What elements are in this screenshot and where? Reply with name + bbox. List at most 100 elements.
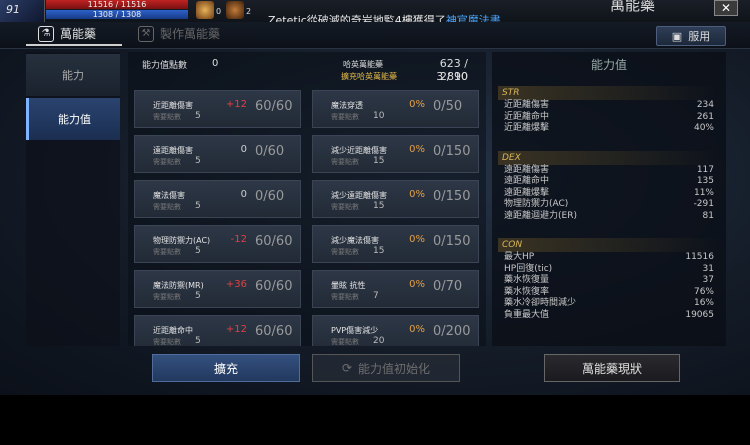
ability-label: 藥水冷卻時間減少 xyxy=(504,298,577,308)
required-points-value: 5 xyxy=(195,201,201,211)
ability-label: 藥水恢復率 xyxy=(504,286,550,297)
stat-name: 魔法防禦(MR) xyxy=(153,281,204,290)
ability-label: 遠距離命中 xyxy=(504,176,550,186)
stat-progress: 60/60 xyxy=(255,99,293,114)
stat-progress: 60/60 xyxy=(255,279,293,294)
sidebar-item-stat[interactable]: 能力值 xyxy=(26,98,120,140)
stat-progress: 0/150 xyxy=(433,234,471,249)
ability-row: 近距離爆擊 40% xyxy=(498,123,720,135)
required-points-value: 20 xyxy=(373,336,385,346)
stat-name: 暈眩 抗性 xyxy=(331,281,366,290)
stat-card[interactable]: 減少遠距離傷害 需要點數 15 0% 0/150 xyxy=(312,180,479,218)
stat-name: PVP傷害減少 xyxy=(331,326,379,335)
tab-potion[interactable]: ⚗ 萬能藥 xyxy=(38,25,96,42)
ability-label: 近距離爆擊 xyxy=(504,123,550,133)
buff-icon[interactable] xyxy=(196,1,214,19)
window-title: 萬能藥 xyxy=(610,0,656,14)
buff-count: 2 xyxy=(246,7,252,16)
stat-card[interactable]: 魔法防禦(MR) 需要點數 5 +36 60/60 xyxy=(134,270,301,308)
stat-bonus: +12 xyxy=(225,99,247,110)
required-points-label: 需要點數 xyxy=(153,203,181,211)
reset-stats-button[interactable]: ⟳ 能力值初始化 xyxy=(312,354,460,382)
active-tab-indicator xyxy=(26,44,122,46)
points-label: 能力值點數 xyxy=(142,61,188,71)
ability-value: 81 xyxy=(702,210,714,221)
ability-label: 近距離傷害 xyxy=(504,100,550,110)
stat-bonus: 0% xyxy=(409,144,425,155)
stat-card[interactable]: 遠距離傷害 需要點數 5 0 0/60 xyxy=(134,135,301,173)
required-points-value: 7 xyxy=(373,291,379,301)
ability-label: 遠距離爆擊 xyxy=(504,187,550,198)
ability-row: 最大HP 11516 xyxy=(498,252,720,264)
stat-progress: 0/60 xyxy=(255,144,285,159)
stat-bonus: 0% xyxy=(409,234,425,245)
stat-progress: 0/200 xyxy=(433,324,471,339)
stat-name: 魔法穿透 xyxy=(331,101,363,110)
stat-progress: 60/60 xyxy=(255,324,293,339)
ability-label: 近距離命中 xyxy=(504,111,550,122)
game-window: 91 11516 / 11516 1308 / 1308 0 2 Zetetic… xyxy=(0,0,750,395)
ability-value: 16% xyxy=(693,298,714,308)
ability-row: HP回復(tic) 31 xyxy=(498,264,720,276)
stat-card[interactable]: 近距離傷害 需要點數 5 +12 60/60 xyxy=(134,90,301,128)
character-level: 91 xyxy=(6,3,20,16)
ability-value: 31 xyxy=(702,263,714,274)
use-icon: ▣ xyxy=(671,29,683,43)
required-points-value: 10 xyxy=(373,111,385,121)
craft-icon: ⚒ xyxy=(138,25,154,42)
stat-bonus: 0% xyxy=(409,324,425,335)
stat-card[interactable]: PVP傷害減少 需要點數 20 0% 0/200 xyxy=(312,315,479,346)
stat-card[interactable]: 魔法穿透 需要點數 10 0% 0/50 xyxy=(312,90,479,128)
stat-name: 減少遠距離傷害 xyxy=(331,191,387,200)
stat-card[interactable]: 魔法傷害 需要點數 5 0 0/60 xyxy=(134,180,301,218)
ability-label: 遠距離傷害 xyxy=(504,164,550,175)
hp-text: 11516 / 11516 xyxy=(87,0,147,9)
stat-bonus: 0 xyxy=(240,144,247,155)
ability-row: 遠距離爆擊 11% xyxy=(498,188,720,200)
required-points-label: 需要點數 xyxy=(331,248,359,256)
potion-status-button[interactable]: 萬能藥現狀 xyxy=(544,354,680,382)
stat-allocation-panel: 能力值點數 0 哈英萬能藥 623 / 2890 擴充哈英萬能藥 3 / 10 … xyxy=(128,52,486,346)
stat-progress: 0/150 xyxy=(433,189,471,204)
stat-card[interactable]: 物理防禦力(AC) 需要點數 5 -12 60/60 xyxy=(134,225,301,263)
expand-button[interactable]: 擴充 xyxy=(152,354,300,382)
stat-card[interactable]: 減少魔法傷害 需要點數 15 0% 0/150 xyxy=(312,225,479,263)
ability-summary-panel: 能力值 STR 近距離傷害 234 近距離命中 261 近距離爆擊 40% DEX 遠距離傷害 1… xyxy=(492,52,726,346)
ability-label: 物理防禦力(AC) xyxy=(504,199,569,209)
stat-card[interactable]: 近距離命中 需要點數 5 +12 60/60 xyxy=(134,315,301,346)
ability-section: DEX 遠距離傷害 117 遠距離命中 135 遠距離爆擊 11% 物理防禦力(AC) -291… xyxy=(498,150,720,223)
stat-card[interactable]: 減少近距離傷害 需要點數 15 0% 0/150 xyxy=(312,135,479,173)
ability-value: 37 xyxy=(702,275,714,285)
sidebar-item-ability[interactable]: 能力 xyxy=(26,54,120,96)
stat-card[interactable]: 暈眩 抗性 需要點數 7 0% 0/70 xyxy=(312,270,479,308)
required-points-value: 15 xyxy=(373,246,385,256)
points-value: 0 xyxy=(212,58,219,69)
use-button-label: 服用 xyxy=(688,30,711,43)
tab-craft[interactable]: ⚒ 製作萬能藥 xyxy=(138,25,220,42)
buff-count: 0 xyxy=(216,7,222,16)
stat-progress: 0/50 xyxy=(433,99,463,114)
sidebar: 能力 能力值 xyxy=(26,52,120,346)
use-button[interactable]: ▣ 服用 xyxy=(656,26,726,46)
ability-row: 藥水恢復量 37 xyxy=(498,275,720,287)
ability-value: 261 xyxy=(696,111,714,122)
close-button[interactable]: ✕ xyxy=(714,0,738,16)
tab-potion-label: 萬能藥 xyxy=(60,27,97,41)
stat-bonus: 0% xyxy=(409,99,425,110)
required-points-label: 需要點數 xyxy=(331,293,359,301)
ability-row: 物理防禦力(AC) -291 xyxy=(498,199,720,211)
stat-bonus: -12 xyxy=(230,234,247,245)
section-header: CON xyxy=(498,238,720,252)
ability-value: 11% xyxy=(693,187,714,198)
hp-bar: 11516 / 11516 xyxy=(46,0,188,9)
reset-stats-label: 能力值初始化 xyxy=(358,361,431,376)
expand-value: 3 / 10 xyxy=(436,70,468,83)
potion-icon: ⚗ xyxy=(38,25,54,42)
ability-value: 19065 xyxy=(685,309,714,320)
required-points-label: 需要點數 xyxy=(331,158,359,166)
required-points-value: 5 xyxy=(195,111,201,121)
ability-row: 藥水冷卻時間減少 16% xyxy=(498,298,720,310)
buff-icon[interactable] xyxy=(226,1,244,19)
ability-section: STR 近距離傷害 234 近距離命中 261 近距離爆擊 40% xyxy=(498,86,720,135)
stat-bonus: +36 xyxy=(225,279,247,290)
